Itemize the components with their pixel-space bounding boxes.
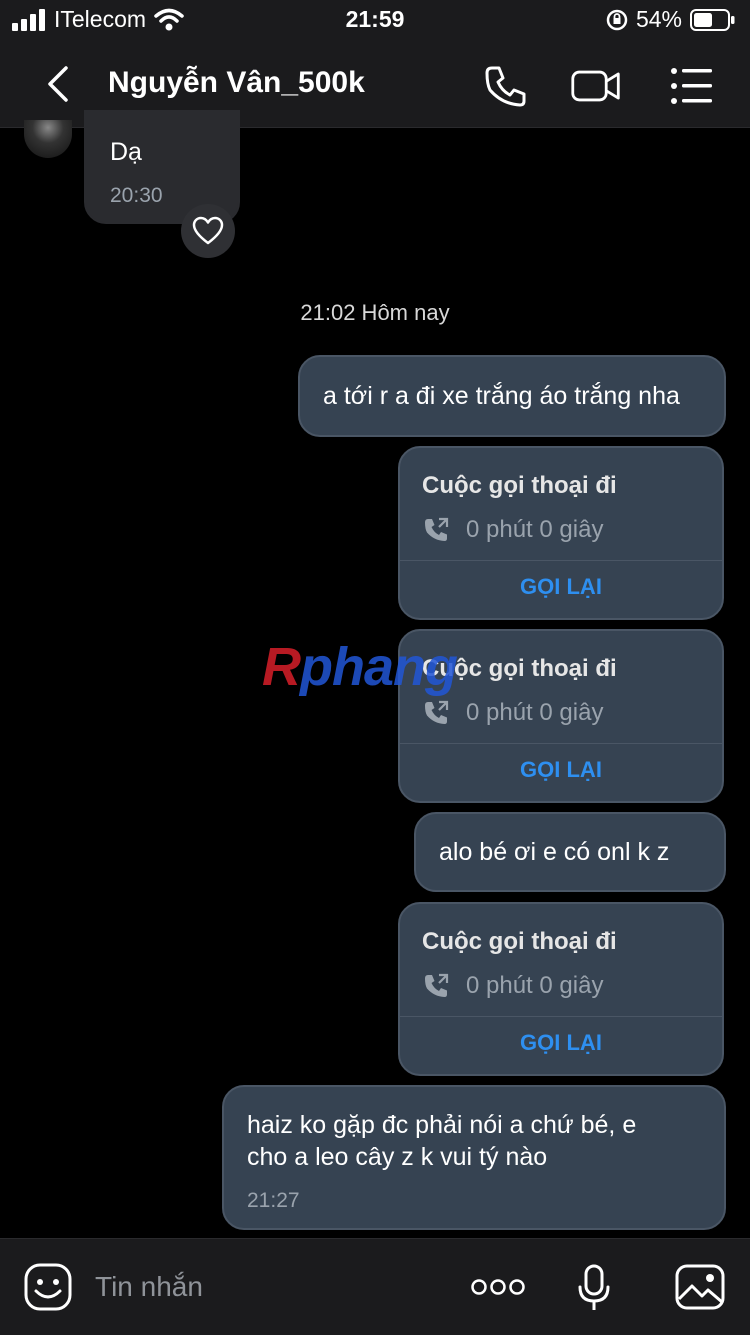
outgoing-message[interactable]: alo bé ơi e có onl k z xyxy=(414,812,726,892)
call-back-button[interactable]: GỌI LẠI xyxy=(400,574,722,600)
call-back-button[interactable]: GỌI LẠI xyxy=(400,757,722,783)
watermark-logo: Rphang xyxy=(262,636,458,698)
microphone-icon[interactable] xyxy=(576,1263,612,1315)
message-text: a tới r a đi xe trắng áo trắng nha xyxy=(323,382,680,410)
contact-name[interactable]: Nguyễn Vân_500k xyxy=(108,66,365,100)
call-title: Cuộc gọi thoại đi xyxy=(422,928,617,955)
message-text-line-2: cho a leo cây z k vui tý nào xyxy=(247,1143,548,1171)
outgoing-call-icon xyxy=(425,700,449,724)
sticker-icon[interactable] xyxy=(22,1261,74,1313)
call-back-button[interactable]: GỌI LẠI xyxy=(400,1030,722,1056)
outgoing-message[interactable]: haiz ko gặp đc phải nói a chứ bé, e cho … xyxy=(222,1085,726,1230)
message-time: 21:27 xyxy=(247,1189,300,1212)
outgoing-message[interactable]: a tới r a đi xe trắng áo trắng nha xyxy=(298,355,726,437)
video-call-icon[interactable] xyxy=(570,60,622,112)
call-duration: 0 phút 0 giây xyxy=(466,699,604,726)
message-text: Dạ xyxy=(110,138,142,166)
status-bar: ITelecom 21:59 54% xyxy=(0,0,750,42)
back-icon[interactable] xyxy=(36,60,84,108)
menu-list-icon[interactable] xyxy=(666,60,718,112)
orientation-lock-icon xyxy=(606,9,628,30)
call-duration: 0 phút 0 giây xyxy=(466,516,604,543)
divider xyxy=(400,743,722,744)
image-gallery-icon[interactable] xyxy=(674,1263,726,1311)
more-options-icon[interactable] xyxy=(470,1275,526,1299)
call-card: Cuộc gọi thoại đi 0 phút 0 giây GỌI LẠI xyxy=(398,902,724,1076)
watermark-part-2: phang xyxy=(300,637,458,697)
message-input[interactable]: Tin nhắn xyxy=(95,1271,203,1303)
message-time: 20:30 xyxy=(110,184,163,207)
battery-percent: 54% xyxy=(635,6,682,32)
heart-icon xyxy=(192,216,224,245)
divider xyxy=(400,1016,722,1017)
message-text-line-1: haiz ko gặp đc phải nói a chứ bé, e xyxy=(247,1111,637,1139)
phone-call-icon[interactable] xyxy=(480,60,532,112)
outgoing-call-icon xyxy=(425,973,449,997)
date-separator: 21:02 Hôm nay xyxy=(300,300,450,325)
watermark-part-1: R xyxy=(262,637,301,697)
call-title: Cuộc gọi thoại đi xyxy=(422,472,617,499)
message-text: alo bé ơi e có onl k z xyxy=(439,838,670,866)
outgoing-call-icon xyxy=(425,517,449,541)
call-duration: 0 phút 0 giây xyxy=(466,972,604,999)
call-card: Cuộc gọi thoại đi 0 phút 0 giây GỌI LẠI xyxy=(398,446,724,620)
divider xyxy=(400,560,722,561)
contact-avatar[interactable] xyxy=(24,120,72,158)
message-composer: Tin nhắn xyxy=(0,1238,750,1335)
react-heart-button[interactable] xyxy=(181,204,235,258)
battery-icon xyxy=(690,8,735,31)
